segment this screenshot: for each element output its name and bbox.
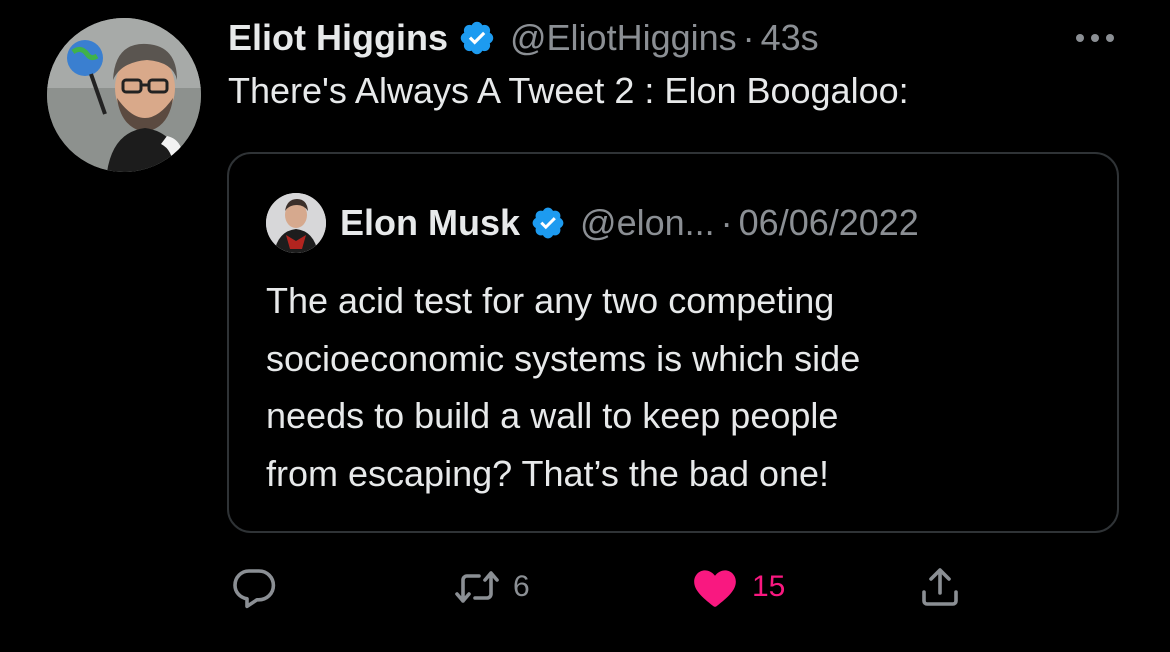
quoted-verified-badge-icon <box>530 205 566 241</box>
heart-icon <box>694 570 736 607</box>
author-display-name[interactable]: Eliot Higgins <box>228 17 448 59</box>
quoted-tweet-header: Elon Musk @elon... · 06/06/2022 <box>266 193 919 253</box>
quoted-author-display-name: Elon Musk <box>340 202 521 243</box>
tweet-timestamp[interactable]: 43s <box>761 17 819 59</box>
share-button[interactable] <box>916 560 964 614</box>
like-button[interactable]: 15 <box>690 560 785 614</box>
quoted-tweet-text: The acid test for any two competing soci… <box>266 272 1086 502</box>
quoted-author-avatar[interactable] <box>266 193 326 253</box>
quoted-tweet-date: 06/06/2022 <box>738 202 919 243</box>
quoted-text-line: socioeconomic systems is which side <box>266 337 861 379</box>
tweet-header: Eliot Higgins @EliotHiggins · 43s <box>228 12 819 64</box>
author-avatar-image <box>47 18 201 172</box>
reply-icon <box>233 569 276 609</box>
quoted-author-avatar-image <box>266 193 326 253</box>
author-handle[interactable]: @EliotHiggins <box>510 17 737 59</box>
reply-button[interactable] <box>230 560 278 614</box>
retweet-button[interactable]: 6 <box>453 560 530 614</box>
more-options-button[interactable] <box>1068 22 1122 52</box>
tweet-text: There's Always A Tweet 2 : Elon Boogaloo… <box>228 70 909 111</box>
separator-dot: · <box>742 17 755 58</box>
quoted-author-handle: @elon... <box>580 202 715 243</box>
author-avatar[interactable] <box>47 18 201 172</box>
quoted-separator-dot: · <box>720 202 733 243</box>
quoted-text-line: needs to build a wall to keep people <box>266 395 839 436</box>
quoted-tweet-card[interactable]: Elon Musk @elon... · 06/06/2022 The acid… <box>227 152 1119 533</box>
more-icon <box>1076 34 1114 42</box>
quoted-text-line: The acid test for any two competing <box>266 280 835 321</box>
share-icon <box>922 568 958 606</box>
verified-badge-icon <box>458 19 496 57</box>
tweet[interactable]: Eliot Higgins @EliotHiggins · 43s There'… <box>0 0 1170 652</box>
retweet-icon <box>455 571 499 603</box>
like-count: 15 <box>752 570 786 603</box>
quoted-text-line: from escaping? That’s the bad one! <box>266 452 830 494</box>
retweet-count: 6 <box>513 570 530 603</box>
tweet-actions-bar: 6 15 <box>0 560 1170 614</box>
